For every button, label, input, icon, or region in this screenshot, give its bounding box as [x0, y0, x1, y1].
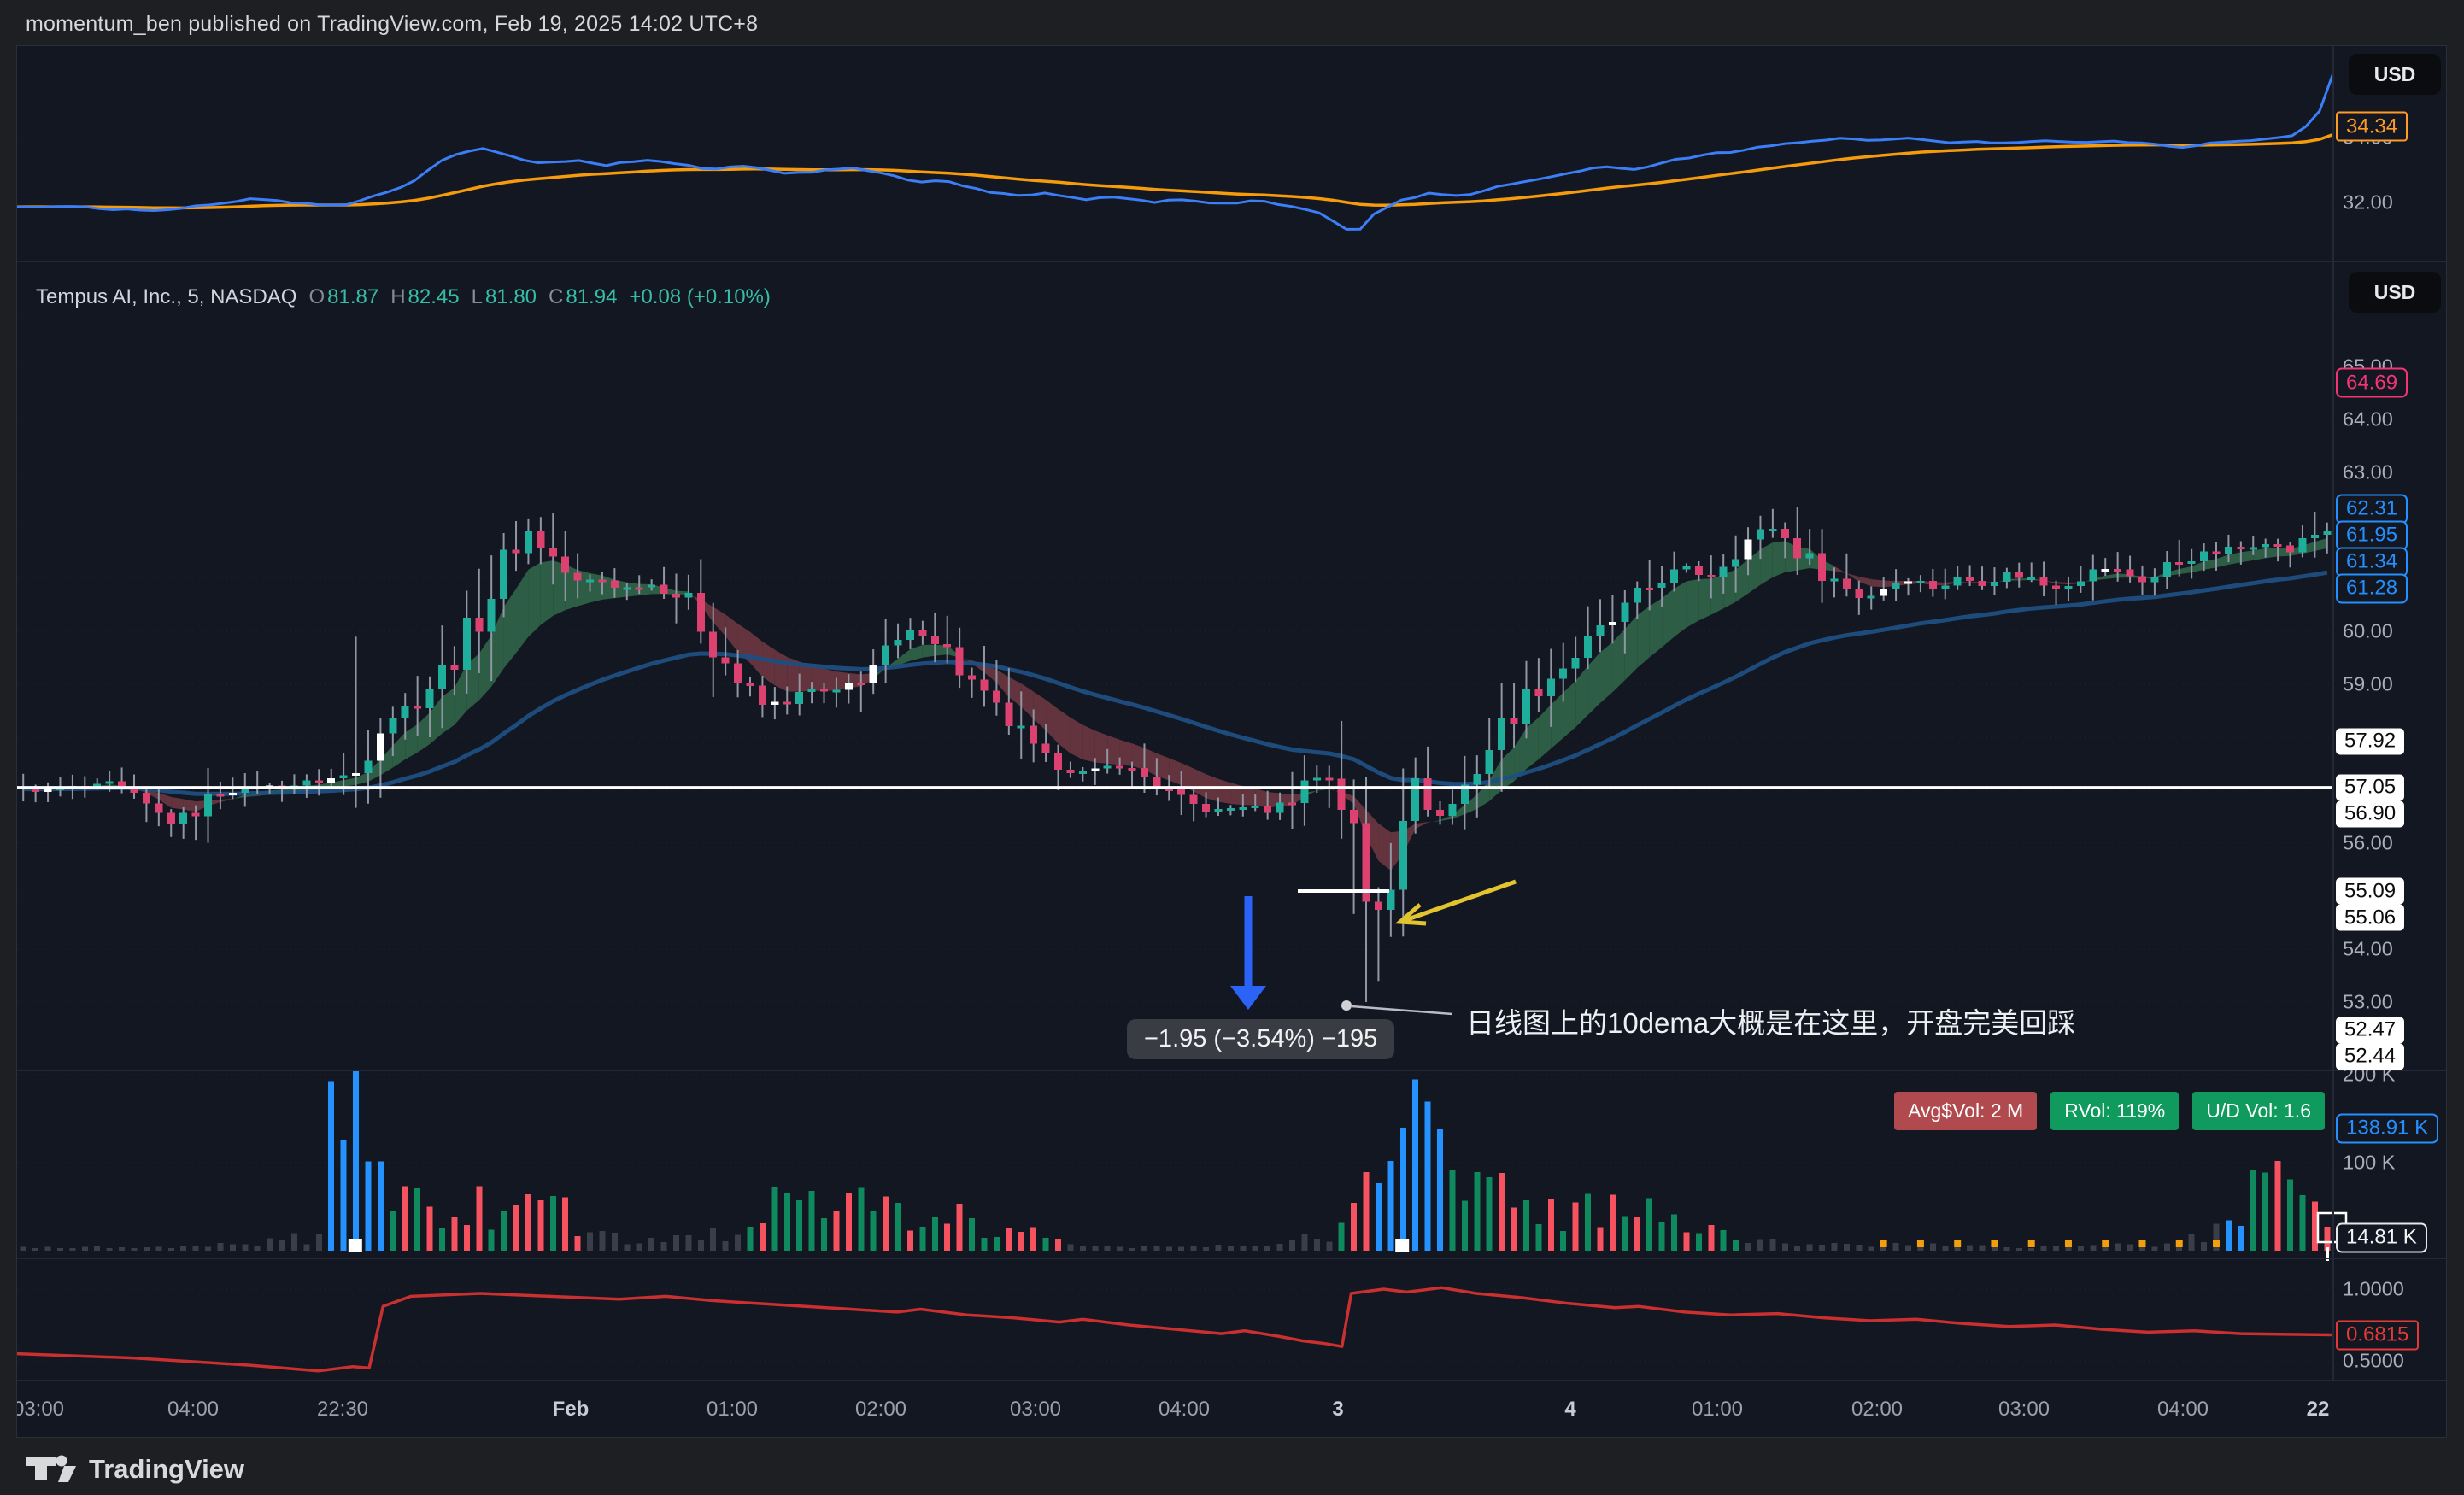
volume-stat-badges: Avg$Vol: 2 M RVol: 119% U/D Vol: 1.6	[1894, 1092, 2325, 1130]
footer-bar: TradingView	[0, 1444, 2464, 1495]
time-axis-label: 22	[2306, 1398, 2330, 1421]
open-value: 81.87	[327, 285, 379, 308]
time-axis-label: 02:00	[854, 1398, 907, 1421]
symbol-ohlc-bar[interactable]: Tempus AI, Inc., 5, NASDAQ O 81.87 H 82.45 L 8…	[36, 285, 771, 309]
time-axis-label: 01:00	[706, 1398, 759, 1421]
time-axis-label: 04:00	[2156, 1398, 2209, 1421]
time-axis-label: 03:00	[1009, 1398, 1062, 1421]
price-axis-label: 63.00	[2343, 460, 2393, 484]
last-price-badge-overview: 34.34	[2336, 111, 2408, 142]
volume-value-badge: 138.91 K	[2336, 1113, 2439, 1144]
change-value: +0.08 (+0.10%)	[629, 285, 771, 308]
overview-line-chart	[17, 72, 2333, 231]
time-axis-label: 01:00	[1691, 1398, 1744, 1421]
indicator-price-badge: 61.34	[2336, 547, 2408, 577]
indicator-price-badge: 61.95	[2336, 520, 2408, 551]
indicator-price-badge: 62.31	[2336, 494, 2408, 525]
price-axis-label: 60.00	[2343, 619, 2393, 642]
volume-stat-badge: Avg$Vol: 2 M	[1894, 1092, 2038, 1130]
currency-button-main[interactable]: USD	[2349, 272, 2441, 313]
drawing-price-badge: 57.92	[2336, 728, 2405, 755]
indicator-price-badge: 61.28	[2336, 573, 2408, 604]
time-axis-label: 04:00	[167, 1398, 220, 1421]
price-axis-label: 32.00	[2343, 191, 2393, 214]
time-axis-label: 22:30	[316, 1398, 369, 1421]
low-label: L	[471, 285, 483, 308]
open-label: O	[308, 285, 326, 308]
low-value: 81.80	[484, 285, 537, 308]
drawing-price-badge: 55.06	[2336, 904, 2405, 931]
price-axis-label: 0.5000	[2343, 1349, 2404, 1372]
drawing-annotations[interactable]	[1230, 879, 1517, 1016]
indicator-value-badge: 0.6815	[2336, 1320, 2420, 1350]
volume-stat-badge: U/D Vol: 1.6	[2192, 1092, 2325, 1130]
chart-container[interactable]: Tempus AI, Inc., 5, NASDAQ O 81.87 H 82.45 L 8…	[16, 45, 2447, 1438]
volume-last-badge: 14.81 K	[2336, 1222, 2427, 1253]
footer-brand[interactable]: TradingView	[89, 1454, 244, 1485]
close-label: C	[549, 285, 564, 308]
annotation-note[interactable]: 日线图上的10dema大概是在这里，开盘完美回踩	[1466, 1000, 2075, 1041]
drawing-price-badge: 56.90	[2336, 800, 2405, 828]
price-axis-label: 54.00	[2343, 937, 2393, 960]
symbol-title: Tempus AI, Inc., 5, NASDAQ	[36, 285, 297, 308]
publish-header: momentum_ben published on TradingView.co…	[26, 12, 759, 36]
time-axis-label: Feb	[552, 1398, 590, 1421]
drawing-price-badge: 57.05	[2336, 774, 2405, 801]
high-value: 82.45	[408, 285, 460, 308]
price-axis-label: 64.00	[2343, 407, 2393, 431]
time-axis-label: 03:00	[16, 1398, 65, 1421]
chart-canvas[interactable]	[17, 46, 2447, 1438]
currency-button-top[interactable]: USD	[2349, 54, 2441, 95]
time-axis-label: 4	[1564, 1398, 1576, 1421]
drawing-price-badge: 52.47	[2336, 1017, 2405, 1044]
price-axis-label: 1.0000	[2343, 1277, 2404, 1300]
candlesticks	[19, 507, 2332, 1002]
volume-stat-badge: RVol: 119%	[2050, 1092, 2179, 1130]
time-axis-label: 02:00	[1851, 1398, 1904, 1421]
time-axis-label: 3	[1332, 1398, 1344, 1421]
volume-markers	[348, 1211, 2348, 1261]
price-axis-label: 100 K	[2343, 1151, 2396, 1174]
price-axis-label: 59.00	[2343, 672, 2393, 695]
time-axis-label: 04:00	[1158, 1398, 1211, 1421]
time-axis-label: 03:00	[1998, 1398, 2050, 1421]
tradingview-logo-icon[interactable]	[26, 1454, 77, 1485]
measure-tooltip[interactable]: −1.95 (−3.54%) −195	[1127, 1019, 1395, 1059]
high-label: H	[390, 285, 406, 308]
drawing-price-badge: 55.09	[2336, 877, 2405, 905]
close-value: 81.94	[566, 285, 618, 308]
ratio-indicator-line	[17, 1286, 2333, 1373]
drawing-price-badge: 52.44	[2336, 1043, 2405, 1070]
price-axis-label: 56.00	[2343, 831, 2393, 854]
price-axis-label: 53.00	[2343, 990, 2393, 1013]
gridlines	[17, 137, 2333, 1362]
marked-price-badge: 64.69	[2336, 367, 2408, 398]
